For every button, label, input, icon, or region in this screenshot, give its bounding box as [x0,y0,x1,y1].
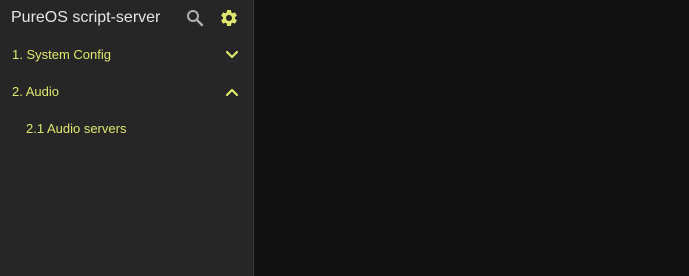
chevron-up-icon [225,88,239,96]
app-window: PureOS script-server 1. System Config 2.… [0,0,689,276]
app-title: PureOS script-server [11,9,161,26]
sidebar-group-label: 1. System Config [12,47,111,62]
sidebar: PureOS script-server 1. System Config 2.… [0,0,254,276]
sidebar-item-label: 2.1 Audio servers [26,120,127,136]
sidebar-header: PureOS script-server [0,0,253,36]
sidebar-item-audio-servers[interactable]: 2.1 Audio servers [0,110,253,146]
sidebar-group-audio[interactable]: 2. Audio [0,73,253,110]
gear-icon [221,10,237,26]
settings-button[interactable] [217,6,241,30]
sidebar-group-system-config[interactable]: 1. System Config [0,36,253,73]
chevron-down-icon [225,50,239,58]
search-button[interactable] [183,6,207,30]
sidebar-group-label: 2. Audio [12,84,59,99]
main-content [254,0,689,276]
search-icon [187,10,204,27]
